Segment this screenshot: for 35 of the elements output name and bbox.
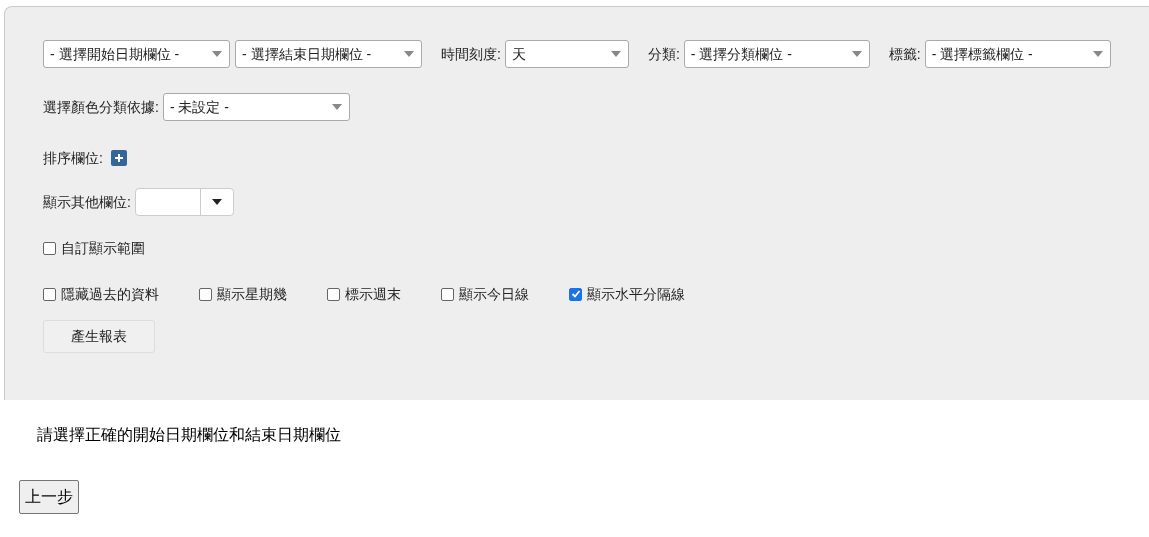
- field-label: 選擇顏色分類依據:: [43, 97, 159, 117]
- checkbox-label: 顯示今日線: [459, 284, 529, 304]
- checkbox[interactable]: [441, 287, 454, 301]
- field-label: 排序欄位:: [43, 148, 103, 168]
- dropdown[interactable]: - 選擇分類欄位 -: [683, 40, 870, 68]
- checkbox-label: 標示週末: [345, 284, 401, 304]
- dropdown-arrow-icon: [1091, 50, 1104, 58]
- multi-select-field[interactable]: [134, 188, 234, 216]
- dropdown[interactable]: - 未設定 -: [162, 93, 350, 121]
- checkbox-label: 顯示水平分隔線: [587, 284, 685, 304]
- dropdown[interactable]: 天: [504, 40, 629, 68]
- checkbox-label: 隱藏過去的資料: [61, 284, 159, 304]
- generate-report-button[interactable]: 產生報表: [43, 320, 155, 353]
- checkbox[interactable]: [43, 287, 56, 301]
- dropdown-arrow-icon: [211, 50, 223, 58]
- dropdown[interactable]: - 選擇開始日期欄位 -: [43, 40, 230, 68]
- checkbox[interactable]: [327, 287, 340, 301]
- checkbox[interactable]: [199, 287, 212, 301]
- field-label: 標籤:: [888, 44, 921, 64]
- dropdown[interactable]: - 選擇結束日期欄位 -: [235, 40, 422, 68]
- dropdown-arrow-icon: [330, 103, 343, 111]
- dropdown-arrow-icon: [403, 50, 415, 58]
- checkbox[interactable]: [43, 241, 56, 255]
- checkbox[interactable]: [569, 287, 582, 301]
- dropdown-arrow-icon: [609, 50, 622, 58]
- checkbox-label: 自訂顯示範圍: [61, 238, 145, 258]
- field-label: 時間刻度:: [441, 44, 501, 64]
- dropdown[interactable]: - 選擇標籤欄位 -: [924, 40, 1111, 68]
- field-label: 顯示其他欄位:: [43, 192, 131, 212]
- back-button[interactable]: 上一步: [19, 480, 79, 514]
- add-icon[interactable]: [110, 150, 127, 166]
- field-label: 分類:: [647, 44, 680, 64]
- dropdown-arrow-icon: [850, 50, 863, 58]
- checkbox-label: 顯示星期幾: [217, 284, 287, 304]
- status-message: 請選擇正確的開始日期欄位和結束日期欄位: [37, 425, 342, 445]
